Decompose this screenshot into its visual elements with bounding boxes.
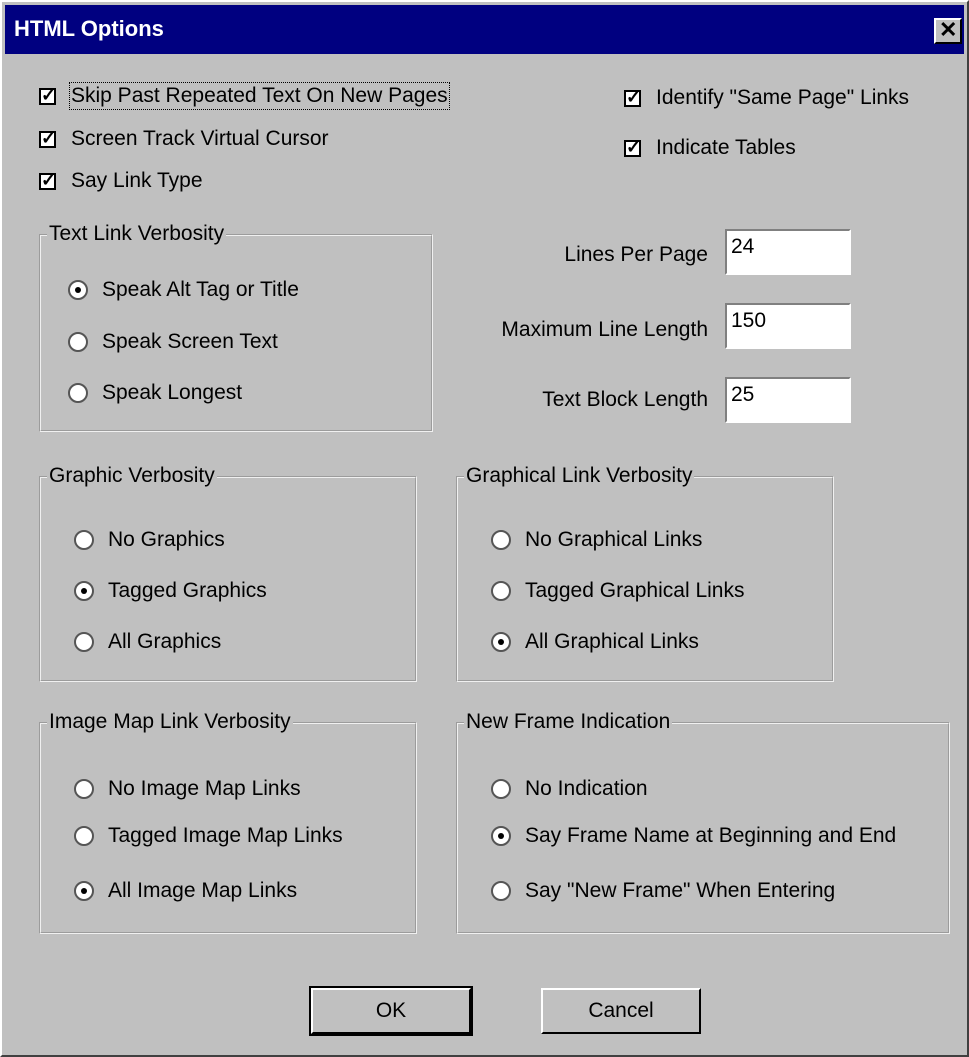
group-legend: Image Map Link Verbosity xyxy=(47,710,293,734)
close-button[interactable]: ✕ xyxy=(934,17,962,44)
cancel-button[interactable]: Cancel xyxy=(541,988,701,1034)
group-graphic-verbosity: Graphic Verbosity No Graphics Tagged Gra… xyxy=(39,464,417,682)
radio-label: Say Frame Name at Beginning and End xyxy=(525,824,897,847)
radio-dot[interactable] xyxy=(74,779,94,799)
lines-per-page-label: Lines Per Page xyxy=(564,243,708,266)
dialog-title: HTML Options xyxy=(14,16,164,41)
checkbox-skip-repeated-text[interactable]: ✓ Skip Past Repeated Text On New Pages xyxy=(39,82,450,110)
radio-label: All Graphical Links xyxy=(525,630,699,653)
checkbox-box[interactable]: ✓ xyxy=(624,87,641,107)
text-block-length-label: Text Block Length xyxy=(542,388,708,411)
radio-tagged-graphics[interactable]: Tagged Graphics xyxy=(74,579,267,603)
radio-all-graphics[interactable]: All Graphics xyxy=(74,630,221,654)
radio-label: Speak Alt Tag or Title xyxy=(102,278,299,301)
radio-label: Speak Longest xyxy=(102,381,243,404)
group-legend: Graphical Link Verbosity xyxy=(464,464,695,488)
checkbox-label: Identify "Same Page" Links xyxy=(656,86,910,109)
radio-label: No Indication xyxy=(525,777,648,800)
radio-dot[interactable] xyxy=(74,632,94,652)
checkbox-box[interactable]: ✓ xyxy=(39,128,56,148)
radio-tagged-image-map-links[interactable]: Tagged Image Map Links xyxy=(74,824,343,848)
checkbox-box[interactable]: ✓ xyxy=(624,137,641,157)
radio-dot[interactable] xyxy=(74,581,94,601)
checkbox-box[interactable]: ✓ xyxy=(39,170,56,190)
checkmark-icon: ✓ xyxy=(626,86,642,107)
group-image-map-link-verbosity: Image Map Link Verbosity No Image Map Li… xyxy=(39,710,417,934)
radio-dot[interactable] xyxy=(74,881,94,901)
radio-say-new-frame[interactable]: Say "New Frame" When Entering xyxy=(491,879,835,903)
close-icon: ✕ xyxy=(939,17,958,42)
text-block-length-input[interactable]: 25 xyxy=(725,377,851,423)
radio-label: Speak Screen Text xyxy=(102,330,278,353)
checkbox-say-link-type[interactable]: ✓ Say Link Type xyxy=(39,169,203,193)
radio-label: Tagged Image Map Links xyxy=(108,824,343,847)
checkmark-icon: ✓ xyxy=(41,169,57,190)
radio-dot[interactable] xyxy=(491,632,511,652)
radio-no-image-map-links[interactable]: No Image Map Links xyxy=(74,777,301,801)
checkbox-label: Screen Track Virtual Cursor xyxy=(71,127,329,150)
radio-dot[interactable] xyxy=(491,530,511,550)
radio-speak-longest[interactable]: Speak Longest xyxy=(68,381,242,405)
radio-no-graphics[interactable]: No Graphics xyxy=(74,528,225,552)
lines-per-page-input[interactable]: 24 xyxy=(725,229,851,275)
radio-all-graphical-links[interactable]: All Graphical Links xyxy=(491,630,699,654)
radio-label: All Image Map Links xyxy=(108,879,298,902)
group-legend: New Frame Indication xyxy=(464,710,673,734)
html-options-dialog: HTML Options ✕ ✓ Skip Past Repeated Text… xyxy=(0,0,969,1057)
checkmark-icon: ✓ xyxy=(41,84,57,105)
checkbox-label: Say Link Type xyxy=(71,169,203,192)
checkmark-icon: ✓ xyxy=(626,136,642,157)
radio-dot[interactable] xyxy=(74,530,94,550)
radio-label: Say "New Frame" When Entering xyxy=(525,879,836,902)
group-new-frame-indication: New Frame Indication No Indication Say F… xyxy=(456,710,950,934)
radio-dot[interactable] xyxy=(491,826,511,846)
max-line-length-label: Maximum Line Length xyxy=(501,318,708,341)
checkbox-label: Skip Past Repeated Text On New Pages xyxy=(69,82,450,110)
checkmark-icon: ✓ xyxy=(41,127,57,148)
checkbox-identify-same-page-links[interactable]: ✓ Identify "Same Page" Links xyxy=(624,86,909,110)
group-legend: Graphic Verbosity xyxy=(47,464,217,488)
group-graphical-link-verbosity: Graphical Link Verbosity No Graphical Li… xyxy=(456,464,834,682)
group-legend: Text Link Verbosity xyxy=(47,222,227,246)
title-bar: HTML Options ✕ xyxy=(5,5,964,54)
radio-speak-alt-tag[interactable]: Speak Alt Tag or Title xyxy=(68,278,299,302)
checkbox-screen-track-cursor[interactable]: ✓ Screen Track Virtual Cursor xyxy=(39,127,329,151)
radio-no-graphical-links[interactable]: No Graphical Links xyxy=(491,528,702,552)
group-text-link-verbosity: Text Link Verbosity Speak Alt Tag or Tit… xyxy=(39,222,433,432)
radio-label: No Graphics xyxy=(108,528,225,551)
radio-all-image-map-links[interactable]: All Image Map Links xyxy=(74,879,297,903)
radio-say-frame-name[interactable]: Say Frame Name at Beginning and End xyxy=(491,824,896,848)
radio-no-indication[interactable]: No Indication xyxy=(491,777,648,801)
radio-label: All Graphics xyxy=(108,630,222,653)
radio-dot[interactable] xyxy=(68,332,88,352)
radio-dot[interactable] xyxy=(491,881,511,901)
max-line-length-input[interactable]: 150 xyxy=(725,303,851,349)
radio-label: No Image Map Links xyxy=(108,777,301,800)
radio-dot[interactable] xyxy=(491,581,511,601)
checkbox-label: Indicate Tables xyxy=(656,136,796,159)
checkbox-box[interactable]: ✓ xyxy=(39,85,56,105)
checkbox-indicate-tables[interactable]: ✓ Indicate Tables xyxy=(624,136,796,160)
radio-label: No Graphical Links xyxy=(525,528,703,551)
radio-dot[interactable] xyxy=(68,280,88,300)
radio-tagged-graphical-links[interactable]: Tagged Graphical Links xyxy=(491,579,744,603)
radio-dot[interactable] xyxy=(68,383,88,403)
radio-label: Tagged Graphics xyxy=(108,579,267,602)
radio-speak-screen-text[interactable]: Speak Screen Text xyxy=(68,330,278,354)
ok-button[interactable]: OK xyxy=(309,986,473,1036)
radio-label: Tagged Graphical Links xyxy=(525,579,745,602)
radio-dot[interactable] xyxy=(491,779,511,799)
radio-dot[interactable] xyxy=(74,826,94,846)
